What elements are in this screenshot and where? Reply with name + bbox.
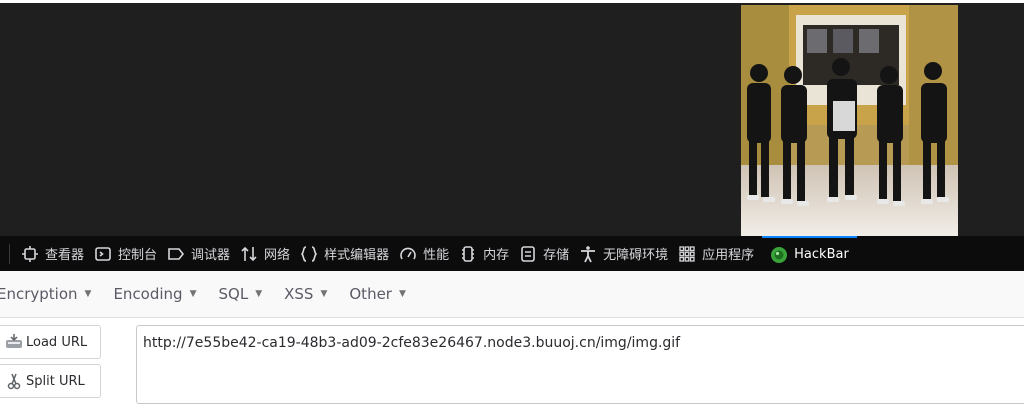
hackbar-url-area: Load URL Split URL http://7e55be42-ca19-… <box>0 318 1024 405</box>
tab-debugger[interactable]: 调试器 <box>165 236 238 271</box>
load-url-button[interactable]: Load URL <box>0 325 101 359</box>
application-icon <box>678 245 696 263</box>
tab-inspector[interactable]: 查看器 <box>19 236 92 271</box>
hackbar-menu-bar: Encryption ▼ Encoding ▼ SQL ▼ XSS ▼ Othe… <box>0 271 1024 318</box>
style-editor-icon <box>300 245 318 263</box>
tab-label: 调试器 <box>191 248 231 263</box>
tab-performance[interactable]: 性能 <box>397 236 457 271</box>
storage-icon <box>519 245 537 263</box>
network-icon <box>240 245 258 263</box>
tab-label: 应用程序 <box>702 248 755 263</box>
tab-label: HackBar <box>794 247 849 262</box>
tab-accessibility[interactable]: 无障碍环境 <box>577 236 676 271</box>
menu-label: Other <box>349 285 392 303</box>
split-url-label: Split URL <box>26 373 85 389</box>
tab-console[interactable]: 控制台 <box>92 236 165 271</box>
console-icon <box>94 245 112 263</box>
tab-label: 存储 <box>543 248 570 263</box>
gif-image <box>741 5 958 237</box>
caret-down-icon: ▼ <box>189 289 197 299</box>
menu-encoding[interactable]: Encoding ▼ <box>113 285 196 303</box>
caret-down-icon: ▼ <box>255 289 263 299</box>
tab-storage[interactable]: 存储 <box>517 236 577 271</box>
tab-label: 性能 <box>423 248 450 263</box>
tab-memory[interactable]: 内存 <box>457 236 517 271</box>
tab-label: 查看器 <box>45 248 85 263</box>
memory-icon <box>459 245 477 263</box>
caret-down-icon: ▼ <box>320 289 328 299</box>
inspector-icon <box>21 245 39 263</box>
menu-xss[interactable]: XSS ▼ <box>284 285 327 303</box>
tab-style-editor[interactable]: 样式编辑器 <box>298 236 397 271</box>
menu-label: XSS <box>284 285 314 303</box>
toolbar-separator <box>9 243 10 264</box>
load-url-label: Load URL <box>26 334 88 350</box>
caret-down-icon: ▼ <box>398 289 406 299</box>
tab-hackbar[interactable]: HackBar <box>762 236 857 271</box>
hackbar-icon <box>770 246 788 264</box>
dancing-people-gif <box>741 5 958 237</box>
url-input[interactable]: http://7e55be42-ca19-48b3-ad09-2cfe83e26… <box>136 325 1024 404</box>
menu-sql[interactable]: SQL ▼ <box>219 285 263 303</box>
tab-label: 内存 <box>483 248 510 263</box>
page-viewport <box>0 0 1024 237</box>
tab-network[interactable]: 网络 <box>238 236 298 271</box>
debugger-icon <box>167 245 185 263</box>
menu-label: Encryption <box>0 285 78 303</box>
menu-label: Encoding <box>113 285 183 303</box>
tab-label: 无障碍环境 <box>603 248 669 263</box>
tab-label: 网络 <box>264 248 291 263</box>
tab-label: 控制台 <box>118 248 158 263</box>
devtools-toolbar: 查看器 控制台 调试器 网络 样式编辑器 性能 内存 存储 无障碍环境 应用程序… <box>0 236 1024 271</box>
caret-down-icon: ▼ <box>84 289 92 299</box>
load-url-icon <box>5 333 23 351</box>
performance-icon <box>399 245 417 263</box>
accessibility-icon <box>579 245 597 263</box>
menu-other[interactable]: Other ▼ <box>349 285 406 303</box>
tab-label: 样式编辑器 <box>324 248 390 263</box>
tab-application[interactable]: 应用程序 <box>676 236 762 271</box>
scissors-icon <box>5 372 23 390</box>
menu-label: SQL <box>218 285 249 303</box>
menu-encryption[interactable]: Encryption ▼ <box>0 285 91 303</box>
split-url-button[interactable]: Split URL <box>0 364 101 398</box>
